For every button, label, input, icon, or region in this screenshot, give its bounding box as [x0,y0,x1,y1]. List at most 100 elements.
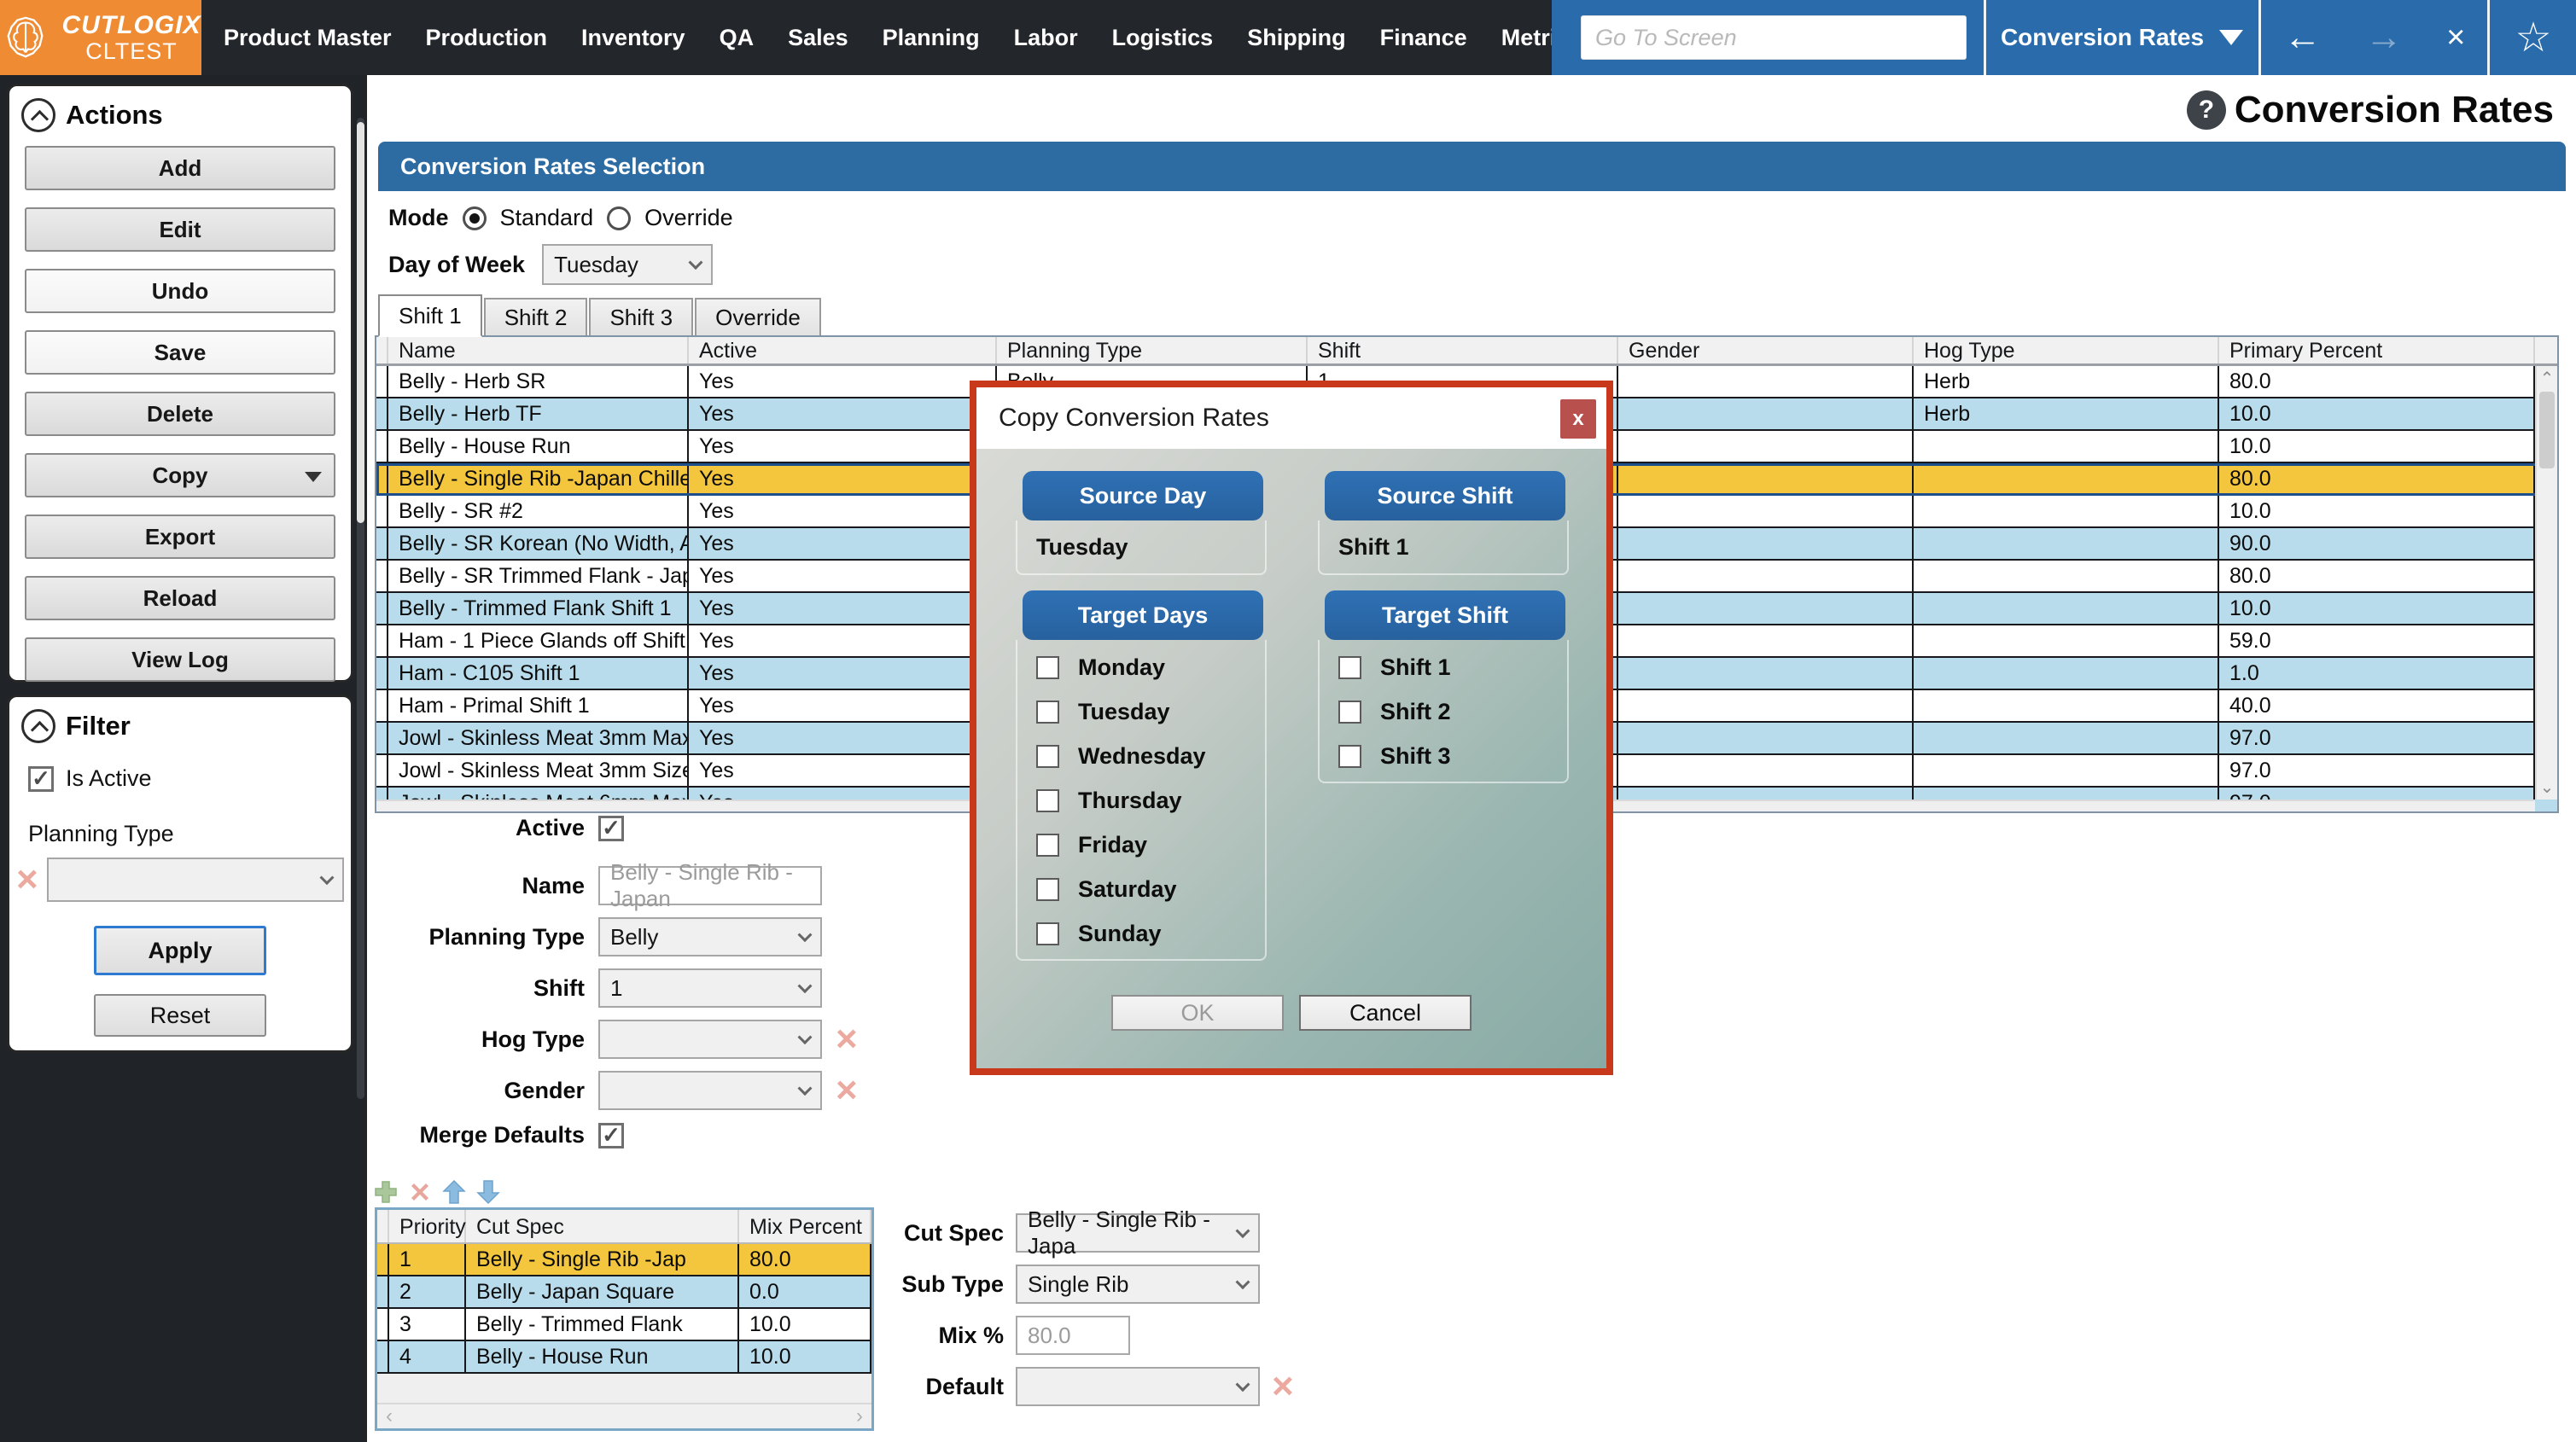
reset-button[interactable]: Reset [94,994,266,1037]
cell[interactable]: 80.0 [2219,561,2535,591]
target-shift-checkbox-shift-1[interactable] [1338,656,1361,679]
back-arrow-icon[interactable]: ← [2284,19,2322,56]
cell[interactable] [1914,723,2219,753]
cell[interactable]: Belly - Single Rib -Japan Chilled S [388,463,689,494]
cell[interactable] [1618,431,1914,462]
cell[interactable]: Belly - House Run [466,1341,739,1372]
cancel-button[interactable]: Cancel [1299,995,1472,1031]
favorite-star-icon[interactable]: ☆ [2491,0,2576,75]
ok-button[interactable]: OK [1111,995,1284,1031]
mix-table-row[interactable]: 1Belly - Single Rib -Jap80.0 [377,1244,871,1276]
cell[interactable]: Yes [689,431,997,462]
row-selector-cell[interactable] [376,755,388,786]
row-selector-cell[interactable] [376,561,388,591]
tab-shift-1[interactable]: Shift 1 [378,294,482,337]
grid-vertical-scrollbar[interactable]: ⌃ ⌄ [2535,366,2557,799]
cell[interactable]: 1.0 [2219,658,2535,689]
apply-button[interactable]: Apply [94,926,266,975]
clear-gender-x-icon[interactable]: × [836,1072,858,1109]
help-icon[interactable]: ? [2187,90,2226,130]
row-selector-cell[interactable] [376,625,388,656]
cell[interactable] [1618,528,1914,559]
mode-radio-override[interactable] [607,206,631,230]
target-day-checkbox-thursday[interactable] [1036,789,1059,812]
cell[interactable]: Ham - Primal Shift 1 [388,690,689,721]
cell[interactable]: Ham - 1 Piece Glands off Shift 1 [388,625,689,656]
tab-override[interactable]: Override [695,298,821,335]
menu-item-inventory[interactable]: Inventory [581,25,685,51]
save-button[interactable]: Save [25,330,335,375]
collapse-chevron-icon[interactable] [21,98,55,132]
clear-default-x-icon[interactable]: × [1272,1368,1294,1405]
cell[interactable]: Belly - Trimmed Flank [466,1309,739,1340]
target-day-checkbox-sunday[interactable] [1036,922,1059,945]
mix-percent-input[interactable]: 80.0 [1016,1316,1130,1355]
cell[interactable]: Herb [1914,398,2219,429]
mix-table-row[interactable]: 2Belly - Japan Square0.0 [377,1276,871,1309]
mix-horizontal-scrollbar[interactable]: ‹ › [377,1403,871,1428]
cell[interactable]: Ham - C105 Shift 1 [388,658,689,689]
cell[interactable] [1618,658,1914,689]
row-selector-cell[interactable] [376,366,388,397]
planning-type-filter-select[interactable] [47,858,344,902]
menu-item-sales[interactable]: Sales [788,25,848,51]
column-header-shift[interactable]: Shift [1308,337,1618,363]
cell[interactable] [1618,755,1914,786]
cell[interactable] [1618,398,1914,429]
target-day-checkbox-tuesday[interactable] [1036,701,1059,724]
cell[interactable]: 97.0 [2219,723,2535,753]
dialog-close-button[interactable]: x [1560,399,1596,439]
menu-item-labor[interactable]: Labor [1014,25,1078,51]
cell[interactable]: 59.0 [2219,625,2535,656]
column-header-gender[interactable]: Gender [1618,337,1914,363]
cell[interactable]: Herb [1914,366,2219,397]
menu-item-production[interactable]: Production [426,25,548,51]
tab-shift-3[interactable]: Shift 3 [589,298,693,335]
column-header-hog-type[interactable]: Hog Type [1914,337,2219,363]
cell[interactable]: 10.0 [2219,496,2535,526]
row-selector-cell[interactable] [376,658,388,689]
cell[interactable]: Jowl - Skinless Meat 3mm Sized S [388,755,689,786]
screen-selector-dropdown[interactable]: Conversion Rates [1987,0,2257,75]
mix-table-row[interactable]: 4Belly - House Run10.0 [377,1341,871,1374]
cell[interactable]: 10.0 [2219,398,2535,429]
mix-table-row[interactable]: 3Belly - Trimmed Flank10.0 [377,1309,871,1341]
target-day-checkbox-friday[interactable] [1036,834,1059,857]
cell[interactable]: Belly - Single Rib -Jap [466,1244,739,1275]
forward-arrow-icon[interactable]: → [2365,19,2403,56]
column-header-active[interactable]: Active [689,337,997,363]
tab-shift-2[interactable]: Shift 2 [484,298,588,335]
target-shift-checkbox-shift-2[interactable] [1338,701,1361,724]
cell[interactable]: 4 [389,1341,466,1372]
go-to-screen-input[interactable]: Go To Screen [1581,15,1967,60]
copy-button[interactable]: Copy [25,453,335,497]
row-selector-cell[interactable] [377,1276,389,1307]
is-active-checkbox[interactable]: ✓ [28,766,54,792]
cell[interactable]: Belly - House Run [388,431,689,462]
cell[interactable] [1914,658,2219,689]
row-selector-cell[interactable] [377,1309,389,1340]
cell[interactable]: 10.0 [739,1309,871,1340]
cell[interactable]: Yes [689,366,997,397]
edit-button[interactable]: Edit [25,207,335,252]
cell[interactable] [1618,561,1914,591]
cell[interactable]: 2 [389,1276,466,1307]
menu-item-qa[interactable]: QA [720,25,755,51]
cell[interactable] [1914,463,2219,494]
cell[interactable]: 3 [389,1309,466,1340]
cell[interactable]: 0.0 [739,1276,871,1307]
cell[interactable] [1914,690,2219,721]
cell[interactable] [1914,755,2219,786]
delete-button[interactable]: Delete [25,392,335,436]
menu-item-finance[interactable]: Finance [1380,25,1467,51]
reload-button[interactable]: Reload [25,576,335,620]
mix-column-header-priority[interactable]: Priority [389,1210,466,1242]
cell[interactable]: Yes [689,463,997,494]
cell[interactable]: Belly - Herb SR [388,366,689,397]
row-selector-cell[interactable] [376,431,388,462]
move-down-icon[interactable] [475,1179,501,1205]
collapse-chevron-icon[interactable] [21,709,55,743]
cell[interactable]: 80.0 [739,1244,871,1275]
cell[interactable]: Belly - Herb TF [388,398,689,429]
scroll-right-icon[interactable]: › [856,1404,863,1428]
